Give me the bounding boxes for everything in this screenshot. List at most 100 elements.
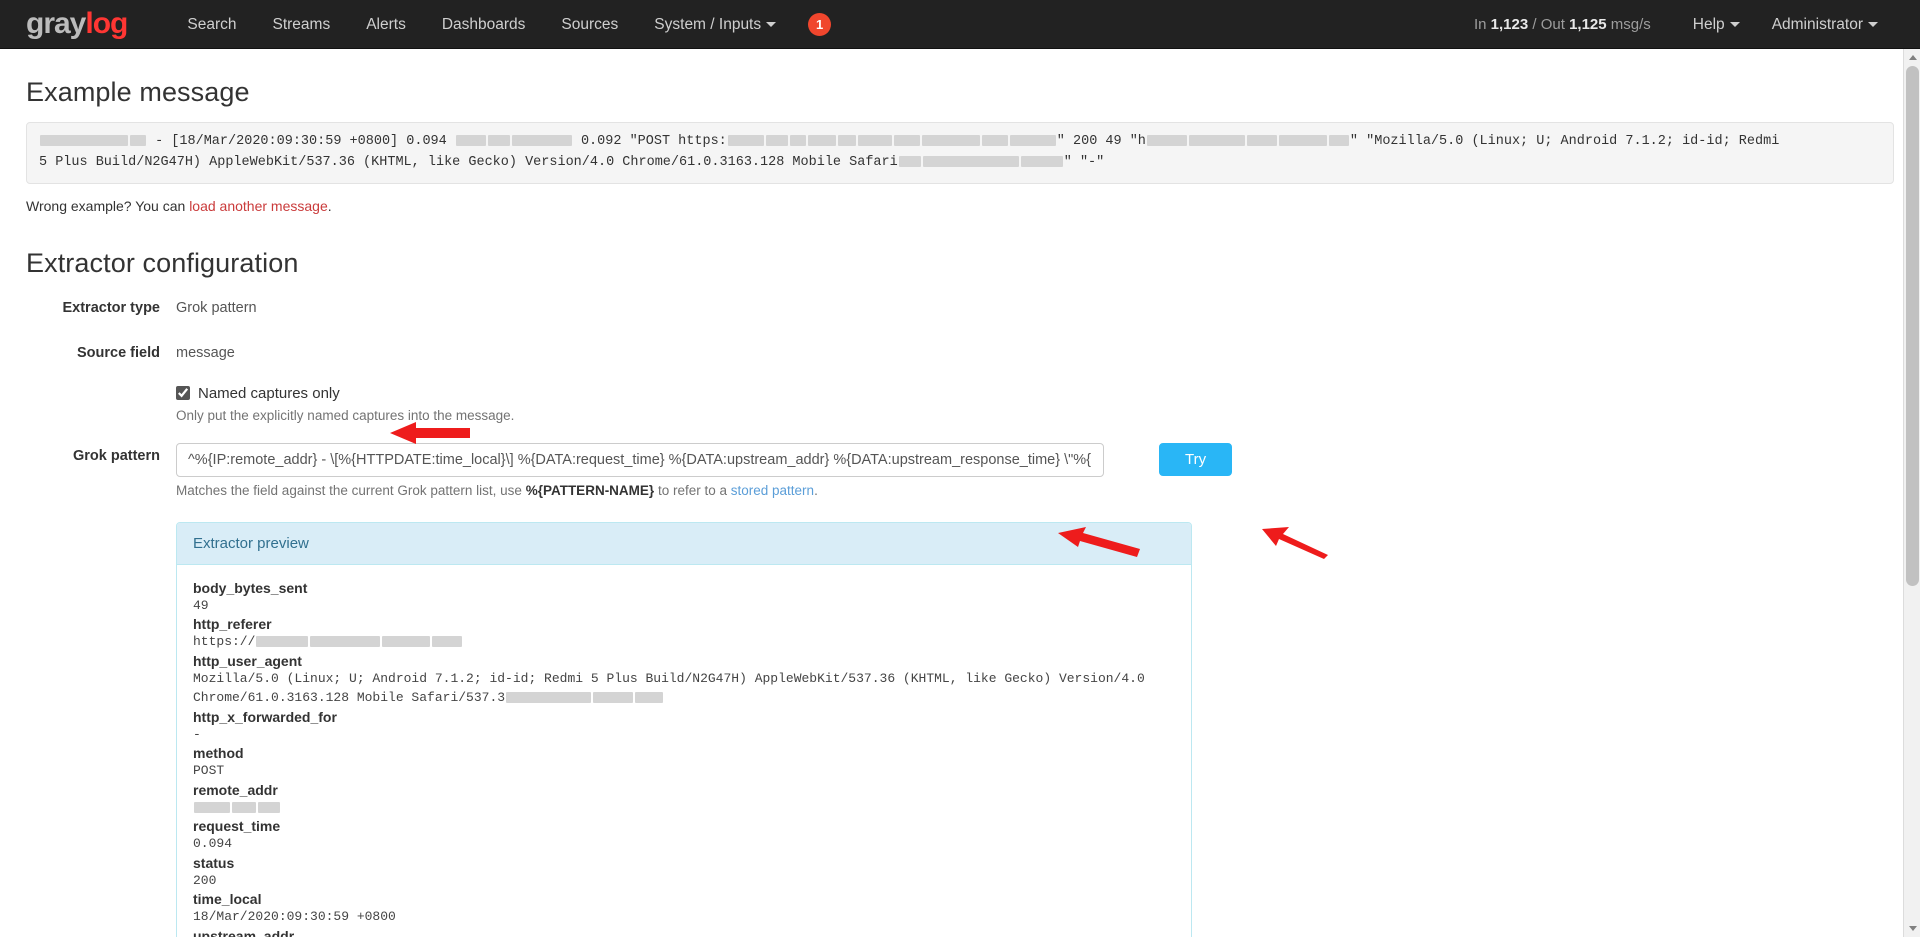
annotation-arrow-try-button: [1262, 527, 1328, 559]
nav-item-system-inputs[interactable]: System / Inputs: [636, 0, 794, 49]
redacted-block: [593, 692, 634, 704]
load-another-message-link[interactable]: load another message: [189, 198, 328, 214]
example-message-line-2: 5 Plus Build/N2G47H) AppleWebKit/537.36 …: [39, 154, 898, 170]
nav-item-sources[interactable]: Sources: [543, 0, 636, 49]
named-captures-help: Only put the explicitly named captures i…: [176, 407, 515, 423]
try-button[interactable]: Try: [1159, 443, 1233, 477]
redacted-block: [1009, 134, 1056, 146]
throughput-out-value: 1,125: [1569, 16, 1607, 33]
redacted-block: [981, 134, 1008, 146]
page-scrollbar[interactable]: [1903, 49, 1920, 937]
throughput-unit: msg/s: [1610, 16, 1651, 33]
form-row-named-captures: Named captures only Only put the explici…: [26, 385, 1894, 423]
preview-value-text: https://: [193, 634, 256, 650]
redacted-block: [506, 692, 592, 704]
preview-field-name: http_user_agent: [193, 652, 302, 669]
navbar-right-section: In 1,123 / Out 1,125 msg/s Help Administ…: [1474, 0, 1894, 49]
nav-item-user-label: Administrator: [1771, 16, 1863, 33]
throughput-separator: /: [1532, 16, 1537, 33]
preview-field-name: body_bytes_sent: [193, 579, 308, 596]
example-message-box: - [18/Mar/2020:09:30:59 +0800] 0.094 0.0…: [26, 122, 1894, 184]
stored-pattern-link[interactable]: stored pattern: [731, 483, 814, 498]
page-title-extractor-configuration: Extractor configuration: [26, 247, 299, 278]
extractor-preview-field-list: body_bytes_sent 49 http_referer https://…: [193, 580, 1175, 937]
chevron-down-icon: [766, 21, 777, 27]
redacted-block: [455, 134, 486, 146]
nav-item-search[interactable]: Search: [169, 0, 254, 49]
redacted-block: [765, 134, 788, 146]
grok-pattern-label: Grok pattern: [72, 447, 160, 464]
named-captures-spacer: [26, 385, 176, 423]
grok-help-suffix: .: [814, 482, 818, 498]
preview-field-name: method: [193, 745, 244, 762]
throughput-indicator: In 1,123 / Out 1,125 msg/s: [1474, 16, 1651, 33]
scrollbar-thumb[interactable]: [1906, 66, 1919, 586]
throughput-out-label: Out: [1540, 16, 1565, 33]
redacted-block: [130, 134, 146, 146]
preview-field-value: 0.094: [193, 836, 233, 852]
scrollbar-down-arrow[interactable]: [1904, 920, 1920, 937]
form-row-extractor-type: Extractor type Grok pattern: [26, 295, 1894, 316]
preview-field-value: -: [193, 726, 201, 742]
redacted-block: [921, 134, 980, 146]
redacted-block: [194, 801, 230, 813]
extractor-type-field: Grok pattern: [176, 295, 1894, 316]
preview-field-name: time_local: [193, 891, 262, 908]
page-title-example-message: Example message: [26, 77, 250, 107]
example-message-part-2: 0.092 "POST https:: [572, 134, 727, 149]
grok-help-mid: to refer to a: [654, 482, 731, 498]
top-navbar: gray log Search Streams Alerts Dashboards…: [0, 0, 1920, 49]
example-message-part-4: " "Mozilla/5.0 (Linux; U; Android 7.1.2;…: [1349, 134, 1780, 149]
nav-item-streams[interactable]: Streams: [255, 0, 349, 49]
extractor-preview-panel: Extractor preview body_bytes_sent 49 htt…: [176, 521, 1192, 937]
grok-help-prefix: Matches the field against the current Gr…: [176, 482, 526, 498]
redacted-block: [40, 134, 128, 146]
grok-help-code: %{PATTERN-NAME}: [525, 482, 655, 498]
notification-badge[interactable]: 1: [808, 12, 832, 36]
page-content: Example message - [18/Mar/2020:09:30:59 …: [0, 77, 1920, 937]
nav-item-help-label: Help: [1692, 16, 1725, 33]
redacted-block: [789, 134, 806, 146]
named-captures-label[interactable]: Named captures only: [198, 385, 340, 402]
redacted-block: [807, 134, 836, 146]
redacted-block: [256, 636, 309, 648]
redacted-block: [487, 134, 510, 146]
preview-field-name: upstream_addr: [193, 927, 295, 937]
preview-field-name: http_x_forwarded_for: [193, 708, 337, 725]
nav-item-user-menu[interactable]: Administrator: [1756, 0, 1894, 49]
extractor-preview-heading: Extractor preview: [177, 522, 1191, 565]
named-captures-checkbox[interactable]: [176, 386, 190, 401]
redacted-block: [310, 636, 381, 648]
grok-pattern-input[interactable]: [176, 442, 1104, 477]
chevron-down-icon: [1868, 22, 1878, 28]
redacted-block: [1146, 134, 1187, 146]
named-captures-checkbox-row[interactable]: Named captures only: [176, 385, 1894, 402]
preview-field-name: request_time: [193, 818, 281, 835]
redacted-block: [432, 636, 463, 648]
chevron-down-icon: [1908, 926, 1917, 931]
wrong-example-suffix: .: [327, 197, 332, 214]
chevron-up-icon: [1908, 55, 1917, 60]
grok-pattern-field: Try Matches the field against the curren…: [176, 442, 1894, 498]
source-field-field: message: [176, 340, 1894, 361]
grok-pattern-input-line: Try: [176, 442, 1894, 477]
example-message-line-2-tail: " "-": [1063, 154, 1105, 170]
graylog-logo[interactable]: gray log: [26, 7, 128, 40]
nav-item-dashboards[interactable]: Dashboards: [424, 0, 544, 49]
nav-item-system-inputs-label: System / Inputs: [654, 15, 762, 33]
named-captures-field: Named captures only Only put the explici…: [176, 385, 1894, 423]
extractor-preview-body: body_bytes_sent 49 http_referer https://…: [177, 565, 1191, 937]
redacted-block: [837, 134, 856, 146]
nav-item-alerts[interactable]: Alerts: [348, 0, 424, 49]
redacted-block: [232, 801, 256, 813]
preview-field-name: status: [193, 854, 235, 871]
nav-item-help[interactable]: Help: [1677, 0, 1756, 49]
extractor-type-value: Grok pattern: [176, 299, 257, 316]
redacted-block: [382, 636, 431, 648]
scrollbar-up-arrow[interactable]: [1904, 49, 1920, 66]
logo-text-log: log: [85, 7, 128, 40]
redacted-block: [1328, 134, 1349, 146]
preview-field-value: Mozilla/5.0 (Linux; U; Android 7.1.2; id…: [193, 669, 1148, 708]
logo-text-gray: gray: [26, 7, 86, 40]
redacted-block: [511, 134, 572, 146]
